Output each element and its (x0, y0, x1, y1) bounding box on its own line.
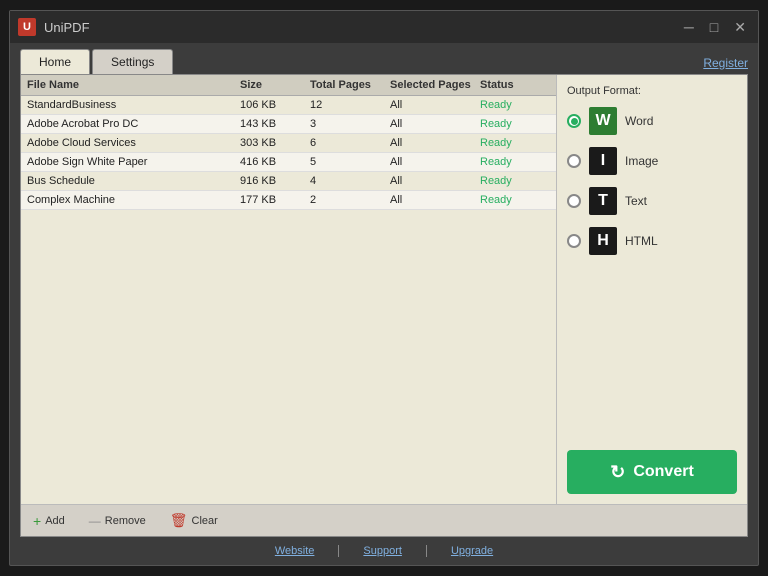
col-filename: File Name (27, 79, 240, 91)
cell-size: 916 KB (240, 175, 310, 187)
toolbar: + Add — Remove 🗑 Clear (21, 504, 747, 536)
upgrade-link[interactable]: Upgrade (451, 545, 493, 557)
clear-icon: 🗑 (170, 512, 188, 529)
content-area: File Name Size Total Pages Selected Page… (20, 74, 748, 537)
footer-divider-2 (426, 545, 427, 557)
cell-filename: Complex Machine (27, 194, 240, 206)
cell-selectedpages: All (390, 118, 480, 130)
format-option-html[interactable]: H HTML (567, 227, 737, 255)
cell-status: Ready (480, 156, 550, 168)
cell-filename: Adobe Acrobat Pro DC (27, 118, 240, 130)
cell-filename: Adobe Sign White Paper (27, 156, 240, 168)
main-panel: File Name Size Total Pages Selected Page… (21, 75, 747, 504)
output-format-label: Output Format: (567, 85, 737, 97)
clear-button[interactable]: 🗑 Clear (166, 510, 222, 531)
col-status: Status (480, 79, 550, 91)
clear-label: Clear (192, 515, 218, 527)
cell-status: Ready (480, 175, 550, 187)
menu-bar: Home Settings Register (10, 43, 758, 74)
add-label: Add (45, 515, 65, 527)
cell-status: Ready (480, 137, 550, 149)
cell-totalpages: 12 (310, 99, 390, 111)
cell-totalpages: 3 (310, 118, 390, 130)
cell-size: 143 KB (240, 118, 310, 130)
minimize-button[interactable]: ─ (680, 20, 698, 34)
convert-label: Convert (633, 463, 693, 481)
format-option-text[interactable]: T Text (567, 187, 737, 215)
col-size: Size (240, 79, 310, 91)
cell-selectedpages: All (390, 137, 480, 149)
format-icon-html: H (589, 227, 617, 255)
cell-selectedpages: All (390, 175, 480, 187)
format-radio-word (567, 114, 581, 128)
remove-button[interactable]: — Remove (85, 512, 150, 530)
footer-divider-1 (338, 545, 339, 557)
cell-size: 303 KB (240, 137, 310, 149)
cell-size: 416 KB (240, 156, 310, 168)
table-row[interactable]: Complex Machine 177 KB 2 All Ready (21, 191, 556, 210)
cell-totalpages: 4 (310, 175, 390, 187)
format-option-image[interactable]: I Image (567, 147, 737, 175)
cell-totalpages: 6 (310, 137, 390, 149)
title-controls: ─ □ ✕ (680, 20, 750, 34)
table-row[interactable]: StandardBusiness 106 KB 12 All Ready (21, 96, 556, 115)
close-button[interactable]: ✕ (730, 20, 750, 34)
format-icon-text: T (589, 187, 617, 215)
cell-totalpages: 5 (310, 156, 390, 168)
register-link[interactable]: Register (703, 56, 748, 74)
format-name-text: Text (625, 194, 647, 208)
format-radio-html (567, 234, 581, 248)
col-selectedpages: Selected Pages (390, 79, 480, 91)
cell-status: Ready (480, 99, 550, 111)
website-link[interactable]: Website (275, 545, 315, 557)
title-bar: U UniPDF ─ □ ✕ (10, 11, 758, 43)
cell-filename: Adobe Cloud Services (27, 137, 240, 149)
cell-filename: StandardBusiness (27, 99, 240, 111)
table-header: File Name Size Total Pages Selected Page… (21, 75, 556, 96)
convert-icon: ↻ (610, 462, 625, 483)
cell-status: Ready (480, 118, 550, 130)
col-totalpages: Total Pages (310, 79, 390, 91)
tab-home[interactable]: Home (20, 49, 90, 74)
app-icon: U (18, 18, 36, 36)
add-icon: + (33, 513, 41, 529)
format-name-word: Word (625, 114, 653, 128)
format-option-word[interactable]: W Word (567, 107, 737, 135)
tab-settings[interactable]: Settings (92, 49, 173, 74)
table-body: StandardBusiness 106 KB 12 All Ready Ado… (21, 96, 556, 504)
table-row[interactable]: Adobe Acrobat Pro DC 143 KB 3 All Ready (21, 115, 556, 134)
cell-selectedpages: All (390, 156, 480, 168)
table-row[interactable]: Bus Schedule 916 KB 4 All Ready (21, 172, 556, 191)
cell-selectedpages: All (390, 99, 480, 111)
table-row[interactable]: Adobe Cloud Services 303 KB 6 All Ready (21, 134, 556, 153)
format-radio-text (567, 194, 581, 208)
cell-size: 106 KB (240, 99, 310, 111)
main-window: U UniPDF ─ □ ✕ Home Settings Register Fi… (9, 10, 759, 566)
cell-filename: Bus Schedule (27, 175, 240, 187)
maximize-button[interactable]: □ (706, 20, 722, 34)
file-table-area: File Name Size Total Pages Selected Page… (21, 75, 557, 504)
cell-totalpages: 2 (310, 194, 390, 206)
format-name-image: Image (625, 154, 658, 168)
cell-selectedpages: All (390, 194, 480, 206)
remove-label: Remove (105, 515, 146, 527)
cell-size: 177 KB (240, 194, 310, 206)
format-icon-image: I (589, 147, 617, 175)
format-options: W Word I Image T Text H HTML (567, 107, 737, 267)
footer: Website Support Upgrade (10, 537, 758, 565)
remove-icon: — (89, 514, 101, 528)
add-button[interactable]: + Add (29, 511, 69, 531)
table-row[interactable]: Adobe Sign White Paper 416 KB 5 All Read… (21, 153, 556, 172)
convert-button[interactable]: ↻ Convert (567, 450, 737, 494)
format-radio-image (567, 154, 581, 168)
window-title: UniPDF (44, 20, 680, 35)
format-icon-word: W (589, 107, 617, 135)
right-panel: Output Format: W Word I Image T Text H H… (557, 75, 747, 504)
format-name-html: HTML (625, 234, 658, 248)
support-link[interactable]: Support (363, 545, 402, 557)
cell-status: Ready (480, 194, 550, 206)
